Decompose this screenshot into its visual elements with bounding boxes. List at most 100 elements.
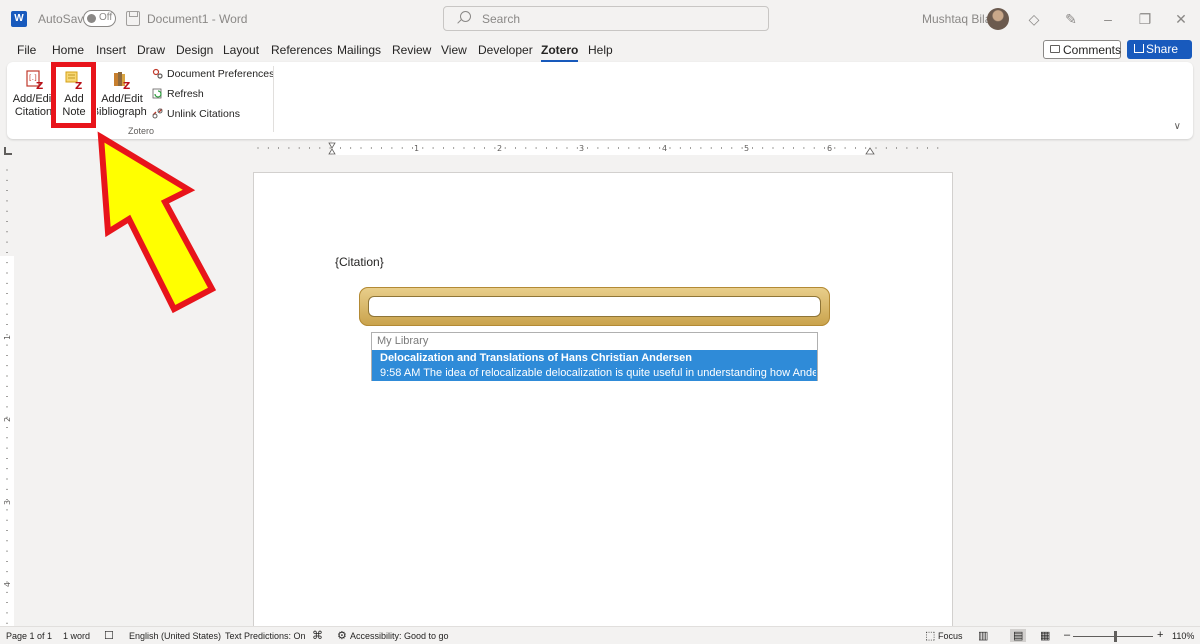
tab-view[interactable]: View	[441, 43, 467, 57]
share-icon	[1134, 44, 1144, 53]
save-icon[interactable]	[126, 11, 140, 26]
zotero-results-list: My Library Delocalization and Translatio…	[371, 332, 818, 381]
add-edit-bibliography-button[interactable]: Z Add/Edit Bibliography	[97, 67, 147, 119]
zotero-quick-format-bar	[359, 287, 830, 326]
focus-label[interactable]: Focus	[938, 631, 963, 641]
zoom-in-button[interactable]: +	[1157, 629, 1163, 641]
unlink-icon	[152, 108, 163, 119]
svg-text:Z: Z	[36, 81, 43, 90]
comments-label: Comments	[1063, 43, 1122, 57]
search-box[interactable]: Search	[443, 6, 769, 31]
add-edit-bibliography-label-1: Add/Edit	[101, 93, 143, 105]
proofing-icon[interactable]: ☐	[104, 629, 114, 642]
refresh-icon	[152, 88, 162, 99]
library-label: My Library	[377, 335, 429, 347]
result-title: Delocalization and Translations of Hans …	[380, 352, 692, 364]
print-layout-icon[interactable]: ▤	[1010, 629, 1027, 642]
tab-help[interactable]: Help	[588, 43, 613, 57]
user-name[interactable]: Mushtaq Bilal	[922, 12, 994, 26]
ruler-number-6: 6	[827, 144, 832, 153]
tab-zotero[interactable]: Zotero	[541, 43, 579, 62]
close-icon[interactable]: ✕	[1172, 10, 1190, 28]
yellow-arrow-annotation	[97, 131, 217, 314]
share-button[interactable]: Share	[1127, 40, 1192, 59]
bibliography-icon: Z	[114, 72, 130, 90]
tab-file[interactable]: File	[17, 43, 36, 57]
add-edit-citation-button[interactable]: [.] Z Add/Edit Citation	[10, 67, 57, 119]
refresh-label: Refresh	[167, 88, 204, 100]
accessibility-icon[interactable]: ⚙	[337, 629, 347, 642]
word-count[interactable]: 1 word	[63, 631, 90, 641]
unlink-citations-button[interactable]: Unlink Citations	[152, 108, 240, 120]
citation-placeholder[interactable]: {Citation}	[335, 255, 384, 269]
tab-mailings[interactable]: Mailings	[337, 43, 381, 57]
tab-developer[interactable]: Developer	[478, 43, 533, 57]
document-preferences-button[interactable]: Document Preferences	[152, 68, 274, 80]
tab-references[interactable]: References	[271, 43, 332, 57]
zotero-search-input[interactable]	[368, 296, 821, 317]
title-bar: W AutoSave Off Document1 - Word Search M…	[0, 0, 1200, 38]
ruler-number-4: 4	[662, 144, 667, 153]
ribbon-group-separator	[273, 66, 274, 132]
tab-review[interactable]: Review	[392, 43, 431, 57]
read-mode-icon[interactable]: ▥	[978, 629, 988, 642]
vruler-number-4: 4	[3, 582, 12, 587]
refresh-button[interactable]: Refresh	[152, 88, 204, 100]
menu-bar: File Home Insert Draw Design Layout Refe…	[0, 38, 1200, 62]
tab-draw[interactable]: Draw	[137, 43, 165, 57]
search-placeholder: Search	[482, 12, 521, 26]
status-bar: Page 1 of 1 1 word ☐ English (United Sta…	[0, 626, 1200, 644]
citation-icon: [.] Z	[26, 70, 43, 90]
ruler-number-2: 2	[497, 144, 502, 153]
vruler-number-3: 3	[3, 500, 12, 505]
document-page[interactable]	[253, 172, 953, 644]
tab-home[interactable]: Home	[52, 43, 84, 57]
comment-icon	[1050, 45, 1060, 53]
toggle-knob	[87, 14, 96, 23]
vruler-number-2: 2	[3, 417, 12, 422]
autosave-toggle[interactable]: Off	[83, 10, 116, 27]
pen-icon[interactable]: ✎	[1062, 10, 1080, 28]
add-edit-bibliography-label-2: Bibliography	[97, 106, 147, 118]
zoom-level[interactable]: 110%	[1172, 631, 1194, 641]
add-edit-citation-label-1: Add/Edit	[12, 93, 55, 105]
macro-icon[interactable]: ⌘	[312, 629, 323, 642]
zoom-slider-thumb[interactable]	[1114, 631, 1117, 642]
unlink-citations-label: Unlink Citations	[167, 108, 240, 120]
ruler-number-3: 3	[579, 144, 584, 153]
ribbon-collapse-chevron-icon[interactable]: ∨	[1174, 121, 1181, 132]
document-preferences-label: Document Preferences	[167, 68, 275, 80]
document-title: Document1 - Word	[147, 12, 248, 26]
svg-text:Z: Z	[123, 81, 130, 90]
comments-button[interactable]: Comments	[1043, 40, 1121, 59]
word-logo-icon: W	[11, 11, 27, 27]
ribbon: [.] Z Add/Edit Citation Z Add Note Z Add…	[7, 62, 1193, 139]
vertical-ruler: 1 2 3 4	[0, 169, 14, 630]
diamond-icon[interactable]: ◇	[1025, 10, 1043, 28]
restore-icon[interactable]: ❐	[1136, 10, 1154, 28]
search-icon	[460, 11, 471, 22]
tab-layout[interactable]: Layout	[223, 43, 259, 57]
list-item[interactable]: Delocalization and Translations of Hans …	[372, 350, 817, 381]
tab-design[interactable]: Design	[176, 43, 213, 57]
tab-insert[interactable]: Insert	[96, 43, 126, 57]
add-note-highlight-box	[51, 62, 96, 128]
gears-icon	[152, 68, 163, 79]
language[interactable]: English (United States)	[129, 631, 221, 641]
minimize-icon[interactable]: –	[1099, 10, 1117, 28]
page-count[interactable]: Page 1 of 1	[6, 631, 52, 641]
text-predictions[interactable]: Text Predictions: On	[225, 631, 306, 641]
focus-icon[interactable]: ⬚	[925, 629, 935, 642]
add-edit-citation-label-2: Citation	[14, 106, 53, 118]
autosave-state: Off	[99, 12, 113, 23]
ruler-number-1: 1	[414, 144, 419, 153]
ruler-number-5: 5	[744, 144, 749, 153]
accessibility-status[interactable]: Accessibility: Good to go	[350, 631, 449, 641]
web-layout-icon[interactable]: ▦	[1040, 629, 1050, 642]
vruler-number-1: 1	[3, 335, 12, 340]
tab-selector-icon[interactable]	[4, 147, 12, 155]
horizontal-ruler: 1 2 3 4 5 6	[257, 141, 939, 155]
zoom-out-button[interactable]: –	[1064, 629, 1070, 641]
zoom-slider[interactable]	[1073, 636, 1153, 637]
avatar[interactable]	[987, 8, 1009, 30]
